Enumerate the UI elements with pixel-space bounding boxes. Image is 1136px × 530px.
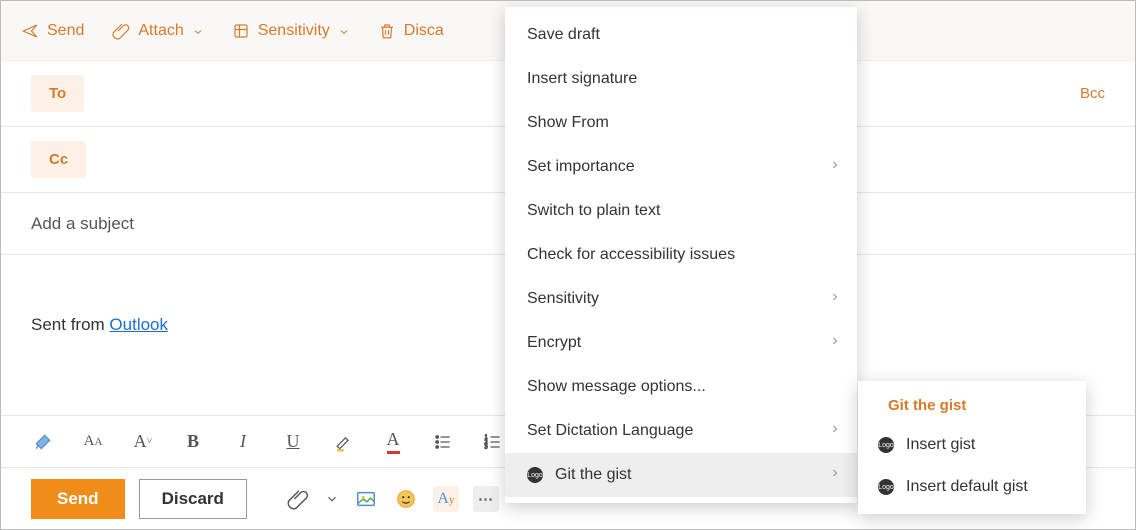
discard-label-top: Disca [404, 22, 444, 40]
menu-item-check-for-accessibility-issues[interactable]: Check for accessibility issues [505, 233, 857, 277]
menu-item-label: Sensitivity [527, 290, 599, 308]
highlight-button[interactable] [331, 430, 355, 454]
discard-button-top[interactable]: Disca [378, 22, 444, 40]
menu-item-git-the-gist[interactable]: Logo Git the gist [505, 453, 857, 497]
italic-button[interactable]: I [231, 430, 255, 454]
sensitivity-button[interactable]: Sensitivity [232, 22, 350, 40]
attach-button[interactable]: Attach [112, 22, 203, 40]
font-icon[interactable]: AA [81, 430, 105, 454]
discard-button[interactable]: Discard [139, 479, 247, 519]
menu-item-set-dictation-language[interactable]: Set Dictation Language [505, 409, 857, 453]
chevron-right-icon [829, 158, 841, 176]
to-chip[interactable]: To [31, 75, 84, 112]
compose-window: Send Attach Sensitivity Disca [0, 0, 1136, 530]
submenu-item-insert-gist[interactable]: Logo Insert gist [858, 424, 1086, 466]
emoji-icon[interactable] [393, 486, 419, 512]
bcc-link[interactable]: Bcc [1080, 85, 1105, 102]
menu-item-show-message-options[interactable]: Show message options... [505, 365, 857, 409]
insert-picture-icon[interactable] [353, 486, 379, 512]
underline-button[interactable]: U [281, 430, 305, 454]
attach-icon-bottom[interactable] [285, 486, 311, 512]
submenu-item-insert-default-gist[interactable]: Logo Insert default gist [858, 466, 1086, 508]
bullet-list-button[interactable] [431, 430, 455, 454]
chevron-right-icon [829, 422, 841, 440]
menu-item-label: Check for accessibility issues [527, 246, 735, 264]
more-options-menu: Save draft Insert signature Show From Set i… [505, 7, 857, 503]
menu-item-label: Switch to plain text [527, 202, 660, 220]
font-color-button[interactable]: A [381, 430, 405, 454]
send-label-top: Send [47, 22, 84, 40]
chevron-down-icon[interactable] [325, 486, 339, 512]
menu-item-encrypt[interactable]: Encrypt [505, 321, 857, 365]
outlook-link[interactable]: Outlook [109, 315, 168, 334]
menu-item-label: Show From [527, 114, 609, 132]
bold-button[interactable]: B [181, 430, 205, 454]
font-size-icon[interactable]: A˅ [131, 430, 155, 454]
addin-logo-icon: Logo [878, 437, 894, 453]
menu-item-save-draft[interactable]: Save draft [505, 13, 857, 57]
menu-item-label: Save draft [527, 26, 600, 44]
cc-chip[interactable]: Cc [31, 141, 86, 178]
menu-item-label: Encrypt [527, 334, 581, 352]
send-button-top[interactable]: Send [21, 22, 84, 40]
send-button[interactable]: Send [31, 479, 125, 519]
menu-item-switch-to-plain-text[interactable]: Switch to plain text [505, 189, 857, 233]
menu-item-insert-signature[interactable]: Insert signature [505, 57, 857, 101]
submenu-title: Git the gist [858, 391, 1086, 424]
trash-icon [378, 22, 396, 40]
send-icon [21, 22, 39, 40]
menu-item-label: Insert signature [527, 70, 637, 88]
menu-item-set-importance[interactable]: Set importance [505, 145, 857, 189]
svg-text:3: 3 [485, 444, 488, 450]
chevron-down-icon [192, 25, 204, 37]
chevron-right-icon [829, 290, 841, 308]
submenu-item-label: Insert default gist [906, 478, 1028, 496]
chevron-right-icon [829, 466, 841, 484]
toggle-format-icon[interactable]: Ay [433, 486, 459, 512]
git-the-gist-submenu: Git the gist Logo Insert gist Logo Insert d… [858, 381, 1086, 514]
more-options-button[interactable]: ⋯ [473, 486, 499, 512]
menu-item-label: Set Dictation Language [527, 422, 693, 440]
attach-label: Attach [138, 22, 183, 40]
menu-item-show-from[interactable]: Show From [505, 101, 857, 145]
menu-item-label: Git the gist [555, 466, 631, 484]
addin-logo-icon: Logo [527, 467, 543, 483]
menu-item-label: Show message options... [527, 378, 706, 396]
menu-item-sensitivity[interactable]: Sensitivity [505, 277, 857, 321]
numbered-list-button[interactable]: 123 [481, 430, 505, 454]
chevron-right-icon [829, 334, 841, 352]
submenu-item-label: Insert gist [906, 436, 975, 454]
format-painter-icon[interactable] [31, 430, 55, 454]
chevron-down-icon [338, 25, 350, 37]
menu-item-label: Set importance [527, 158, 635, 176]
sensitivity-label: Sensitivity [258, 22, 330, 40]
addin-logo-icon: Logo [878, 479, 894, 495]
attach-icon [112, 22, 130, 40]
sensitivity-icon [232, 22, 250, 40]
signature-prefix: Sent from [31, 315, 109, 334]
